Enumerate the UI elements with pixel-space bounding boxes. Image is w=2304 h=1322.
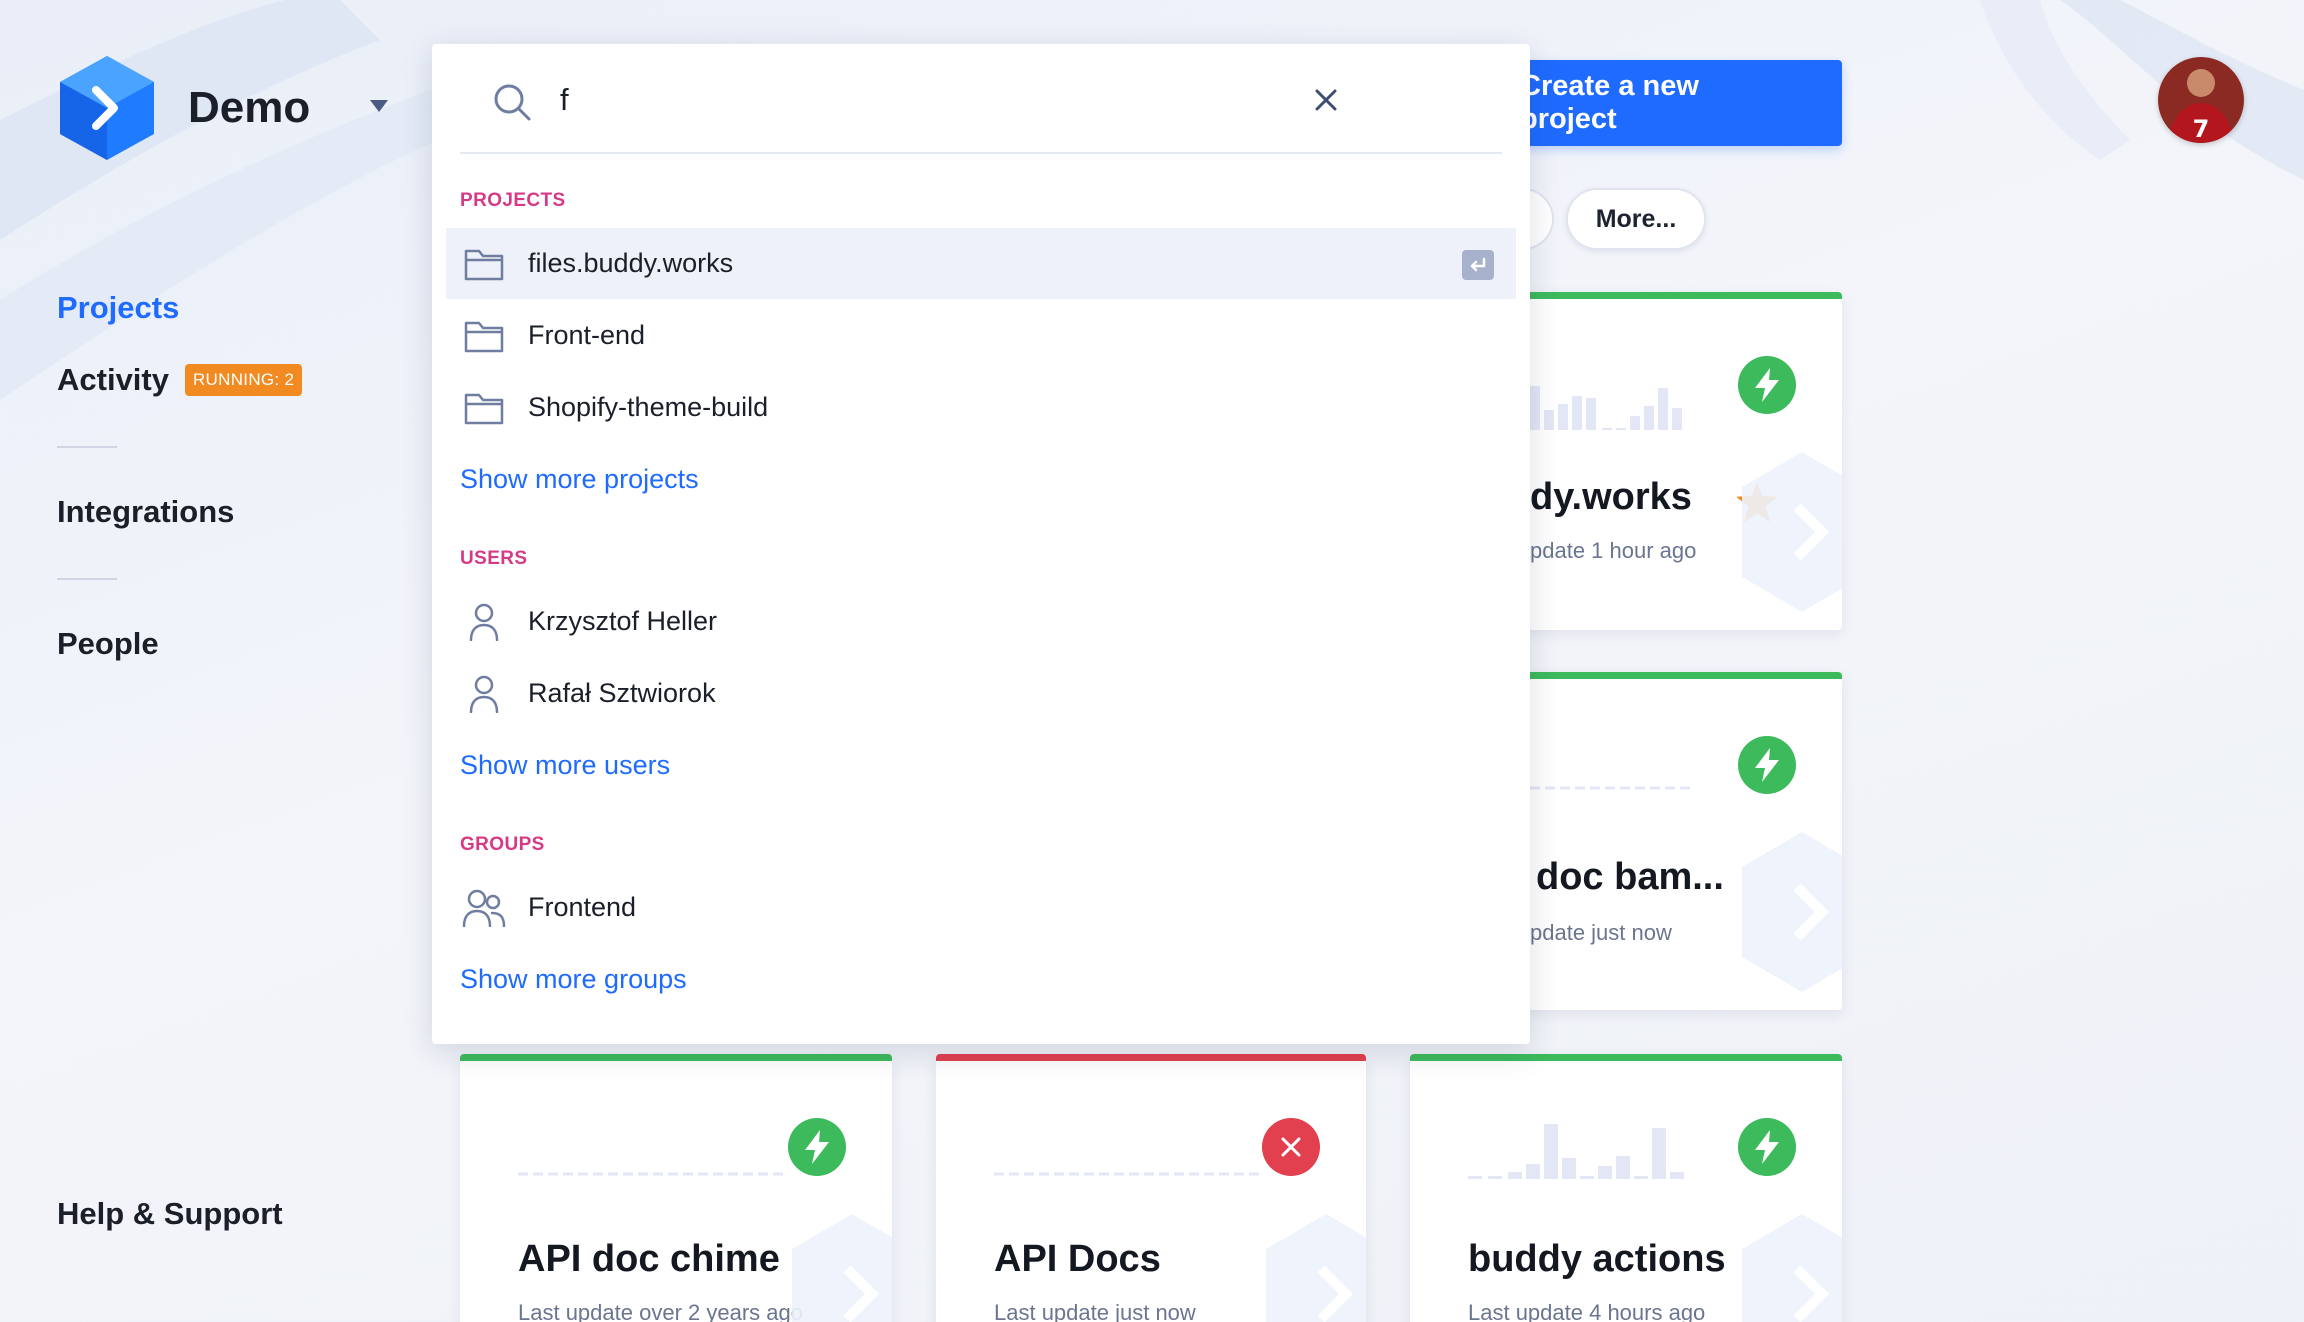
- activity-sparkline: [1530, 386, 1682, 430]
- search-icon: [494, 84, 531, 121]
- activity-sparkline: [518, 1172, 788, 1176]
- card-subtitle: pdate 1 hour ago: [1530, 538, 1697, 563]
- activity-sparkline: [1530, 786, 1690, 790]
- search-dropdown: PROJECTS files.buddy.works Front-end Sho…: [432, 44, 1530, 1044]
- nav-divider: [57, 446, 117, 448]
- build-success-icon: [788, 1118, 846, 1176]
- search-result-project[interactable]: Shopify-theme-build: [446, 372, 1516, 443]
- result-label: Shopify-theme-build: [528, 392, 769, 422]
- card-subtitle: pdate just now: [1530, 920, 1672, 945]
- search-result-user[interactable]: Rafał Sztwiorok: [446, 658, 1516, 729]
- hexagon-decoration-icon: [1742, 832, 1842, 992]
- search-result-group[interactable]: Frontend: [446, 872, 1516, 943]
- build-success-icon: [1738, 1118, 1796, 1176]
- nav-people[interactable]: People: [57, 626, 159, 662]
- create-project-button[interactable]: Create a new project: [1520, 60, 1842, 146]
- brand[interactable]: Demo: [60, 56, 388, 160]
- nav-projects-label: Projects: [57, 290, 180, 325]
- project-card[interactable]: API doc chime Last update over 2 years a…: [460, 1054, 892, 1322]
- user-icon: [462, 600, 506, 644]
- folder-icon: [462, 386, 506, 430]
- avatar[interactable]: 7: [2158, 57, 2244, 143]
- section-label-projects: PROJECTS: [460, 190, 566, 211]
- nav-integrations[interactable]: Integrations: [57, 494, 234, 530]
- result-label: Frontend: [528, 892, 637, 922]
- nav-help-label: Help & Support: [57, 1196, 283, 1231]
- user-avatar-icon: 7: [2158, 57, 2244, 143]
- result-label: Front-end: [528, 320, 646, 350]
- activity-sparkline: [994, 1172, 1264, 1176]
- section-label-users: USERS: [460, 548, 528, 569]
- card-status-bar: [460, 1054, 892, 1061]
- card-subtitle: Last update 4 hours ago: [1468, 1300, 1706, 1322]
- card-status-bar: [1410, 1054, 1842, 1061]
- svg-text:7: 7: [2193, 115, 2210, 143]
- nav-people-label: People: [57, 626, 159, 661]
- group-icon: [462, 886, 506, 930]
- project-card[interactable]: API Docs Last update just now: [936, 1054, 1366, 1322]
- build-failed-icon: [1262, 1118, 1320, 1176]
- show-more-projects-link[interactable]: Show more projects: [460, 464, 699, 495]
- hexagon-decoration-icon: [1266, 1214, 1366, 1322]
- project-card[interactable]: buddy actions Last update 4 hours ago: [1410, 1054, 1842, 1322]
- enter-key-icon: [1462, 250, 1494, 280]
- build-success-icon: [1738, 356, 1796, 414]
- nav-activity-label: Activity: [57, 362, 169, 397]
- build-success-icon: [1738, 736, 1796, 794]
- nav-integrations-label: Integrations: [57, 494, 235, 529]
- workspace-dropdown-caret-icon[interactable]: [370, 100, 388, 112]
- result-label: Krzysztof Heller: [528, 606, 718, 636]
- section-label-groups: GROUPS: [460, 834, 545, 855]
- running-badge: RUNNING: 2: [184, 364, 303, 396]
- hexagon-decoration-icon: [792, 1214, 892, 1322]
- nav-activity[interactable]: Activity RUNNING: 2: [57, 362, 303, 398]
- show-more-users-link[interactable]: Show more users: [460, 750, 670, 781]
- search-result-project[interactable]: Front-end: [446, 300, 1516, 371]
- search-result-user[interactable]: Krzysztof Heller: [446, 586, 1516, 657]
- hexagon-decoration-icon: [1742, 1214, 1842, 1322]
- folder-icon: [462, 314, 506, 358]
- card-subtitle: Last update just now: [994, 1300, 1196, 1322]
- show-more-groups-link[interactable]: Show more groups: [460, 964, 687, 995]
- card-status-bar: [936, 1054, 1366, 1061]
- workspace-name: Demo: [188, 83, 311, 132]
- folder-icon: [462, 242, 506, 286]
- card-title: buddy actions: [1468, 1238, 1726, 1280]
- buddy-logo-icon: [60, 56, 154, 160]
- card-subtitle: Last update over 2 years ago: [518, 1300, 803, 1322]
- user-icon: [462, 672, 506, 716]
- search-input[interactable]: [560, 78, 1260, 122]
- search-bar: [460, 44, 1502, 154]
- hexagon-decoration-icon: [1742, 452, 1842, 612]
- nav-projects[interactable]: Projects: [57, 290, 179, 326]
- activity-sparkline: [1468, 1124, 1684, 1179]
- card-title: API doc chime: [518, 1238, 780, 1280]
- nav-help-support[interactable]: Help & Support: [57, 1196, 283, 1232]
- more-filters-button[interactable]: More...: [1566, 188, 1706, 250]
- search-result-project[interactable]: files.buddy.works: [446, 228, 1516, 299]
- card-title: API Docs: [994, 1238, 1161, 1280]
- result-label: Rafał Sztwiorok: [528, 678, 716, 708]
- result-label: files.buddy.works: [528, 248, 734, 278]
- card-title: dy.works: [1530, 476, 1692, 518]
- card-title: doc bam...: [1536, 856, 1724, 898]
- nav-divider: [57, 578, 117, 580]
- clear-search-icon[interactable]: [1315, 89, 1337, 111]
